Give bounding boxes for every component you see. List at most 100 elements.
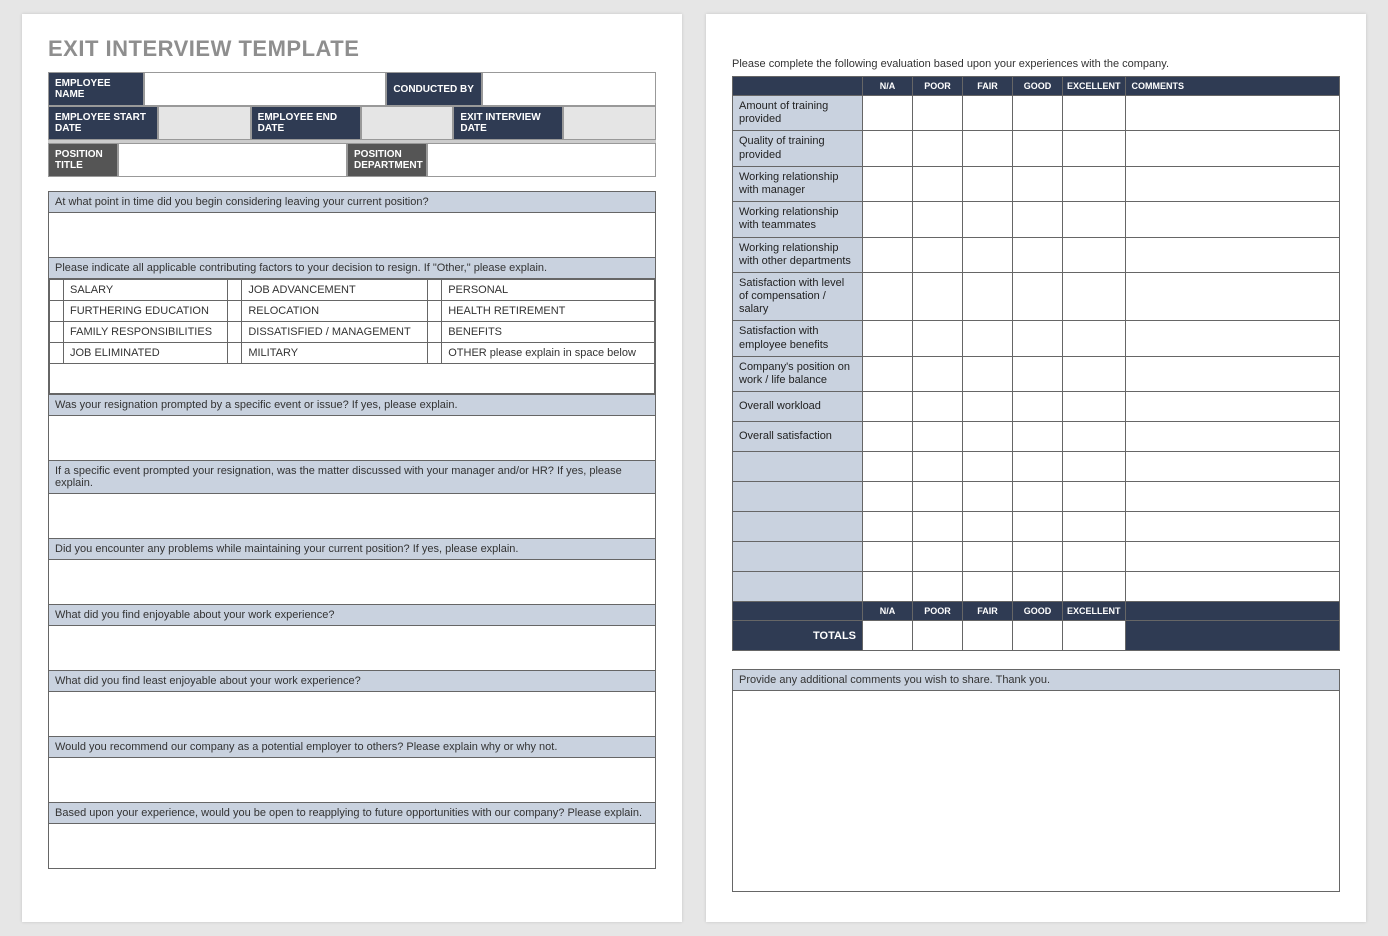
comment-cell[interactable] [1125, 321, 1339, 356]
rating-cell[interactable] [1063, 512, 1126, 542]
comment-cell[interactable] [1125, 572, 1339, 602]
rating-cell[interactable] [913, 392, 963, 422]
factor-checkbox[interactable] [428, 343, 442, 364]
rating-cell[interactable] [913, 542, 963, 572]
question-8-input[interactable] [49, 824, 655, 868]
question-3-input[interactable] [49, 494, 655, 538]
rating-cell[interactable] [1013, 96, 1063, 131]
factor-checkbox[interactable] [50, 280, 64, 301]
rating-cell[interactable] [1013, 272, 1063, 321]
rating-cell[interactable] [963, 96, 1013, 131]
rating-cell[interactable] [863, 512, 913, 542]
rating-cell[interactable] [963, 512, 1013, 542]
rating-cell[interactable] [863, 572, 913, 602]
rating-cell[interactable] [1063, 321, 1126, 356]
rating-cell[interactable] [1013, 482, 1063, 512]
rating-cell[interactable] [1063, 422, 1126, 452]
rating-cell[interactable] [1013, 422, 1063, 452]
rating-cell[interactable] [1063, 202, 1126, 237]
rating-cell[interactable] [863, 166, 913, 201]
comment-cell[interactable] [1125, 96, 1339, 131]
rating-cell[interactable] [1013, 572, 1063, 602]
rating-cell[interactable] [913, 452, 963, 482]
rating-cell[interactable] [913, 356, 963, 391]
rating-cell[interactable] [963, 356, 1013, 391]
rating-cell[interactable] [1063, 572, 1126, 602]
rating-cell[interactable] [913, 166, 963, 201]
factor-checkbox[interactable] [428, 301, 442, 322]
rating-cell[interactable] [963, 131, 1013, 166]
rating-cell[interactable] [963, 452, 1013, 482]
rating-cell[interactable] [963, 542, 1013, 572]
question-2-input[interactable] [49, 416, 655, 460]
comment-cell[interactable] [1125, 542, 1339, 572]
question-7-input[interactable] [49, 758, 655, 802]
comment-cell[interactable] [1125, 422, 1339, 452]
rating-cell[interactable] [1063, 166, 1126, 201]
factor-checkbox[interactable] [228, 343, 242, 364]
rating-cell[interactable] [1063, 237, 1126, 272]
rating-cell[interactable] [913, 131, 963, 166]
rating-cell[interactable] [1013, 512, 1063, 542]
exit-interview-date-input[interactable] [563, 106, 656, 140]
rating-cell[interactable] [913, 512, 963, 542]
rating-cell[interactable] [913, 422, 963, 452]
comment-cell[interactable] [1125, 272, 1339, 321]
rating-cell[interactable] [913, 572, 963, 602]
rating-cell[interactable] [863, 131, 913, 166]
employee-name-input[interactable] [144, 72, 386, 106]
comment-cell[interactable] [1125, 131, 1339, 166]
factor-checkbox[interactable] [50, 343, 64, 364]
rating-cell[interactable] [1013, 131, 1063, 166]
question-4-input[interactable] [49, 560, 655, 604]
rating-cell[interactable] [1063, 452, 1126, 482]
rating-cell[interactable] [963, 166, 1013, 201]
rating-cell[interactable] [963, 572, 1013, 602]
comment-cell[interactable] [1125, 202, 1339, 237]
rating-cell[interactable] [963, 321, 1013, 356]
rating-cell[interactable] [1013, 542, 1063, 572]
factor-checkbox[interactable] [228, 301, 242, 322]
factor-checkbox[interactable] [228, 322, 242, 343]
rating-cell[interactable] [863, 96, 913, 131]
rating-cell[interactable] [1063, 482, 1126, 512]
question-6-input[interactable] [49, 692, 655, 736]
rating-cell[interactable] [913, 237, 963, 272]
rating-cell[interactable] [963, 422, 1013, 452]
factor-checkbox[interactable] [50, 301, 64, 322]
rating-cell[interactable] [1013, 202, 1063, 237]
rating-cell[interactable] [863, 237, 913, 272]
rating-cell[interactable] [1013, 166, 1063, 201]
rating-cell[interactable] [863, 272, 913, 321]
rating-cell[interactable] [913, 202, 963, 237]
rating-cell[interactable] [863, 452, 913, 482]
rating-cell[interactable] [1063, 356, 1126, 391]
comment-cell[interactable] [1125, 356, 1339, 391]
question-1-input[interactable] [49, 213, 655, 257]
additional-comments-input[interactable] [733, 691, 1339, 891]
rating-cell[interactable] [913, 272, 963, 321]
question-5-input[interactable] [49, 626, 655, 670]
rating-cell[interactable] [1063, 542, 1126, 572]
rating-cell[interactable] [1063, 131, 1126, 166]
employee-start-date-input[interactable] [158, 106, 251, 140]
rating-cell[interactable] [1013, 392, 1063, 422]
position-department-input[interactable] [427, 143, 656, 177]
rating-cell[interactable] [1063, 392, 1126, 422]
rating-cell[interactable] [963, 482, 1013, 512]
rating-cell[interactable] [1013, 237, 1063, 272]
rating-cell[interactable] [863, 202, 913, 237]
rating-cell[interactable] [863, 542, 913, 572]
rating-cell[interactable] [1013, 356, 1063, 391]
rating-cell[interactable] [1013, 321, 1063, 356]
rating-cell[interactable] [913, 321, 963, 356]
comment-cell[interactable] [1125, 482, 1339, 512]
factor-checkbox[interactable] [428, 322, 442, 343]
comment-cell[interactable] [1125, 166, 1339, 201]
rating-cell[interactable] [863, 356, 913, 391]
conducted-by-input[interactable] [482, 72, 656, 106]
factor-checkbox[interactable] [428, 280, 442, 301]
factor-checkbox[interactable] [50, 322, 64, 343]
rating-cell[interactable] [863, 392, 913, 422]
comment-cell[interactable] [1125, 452, 1339, 482]
